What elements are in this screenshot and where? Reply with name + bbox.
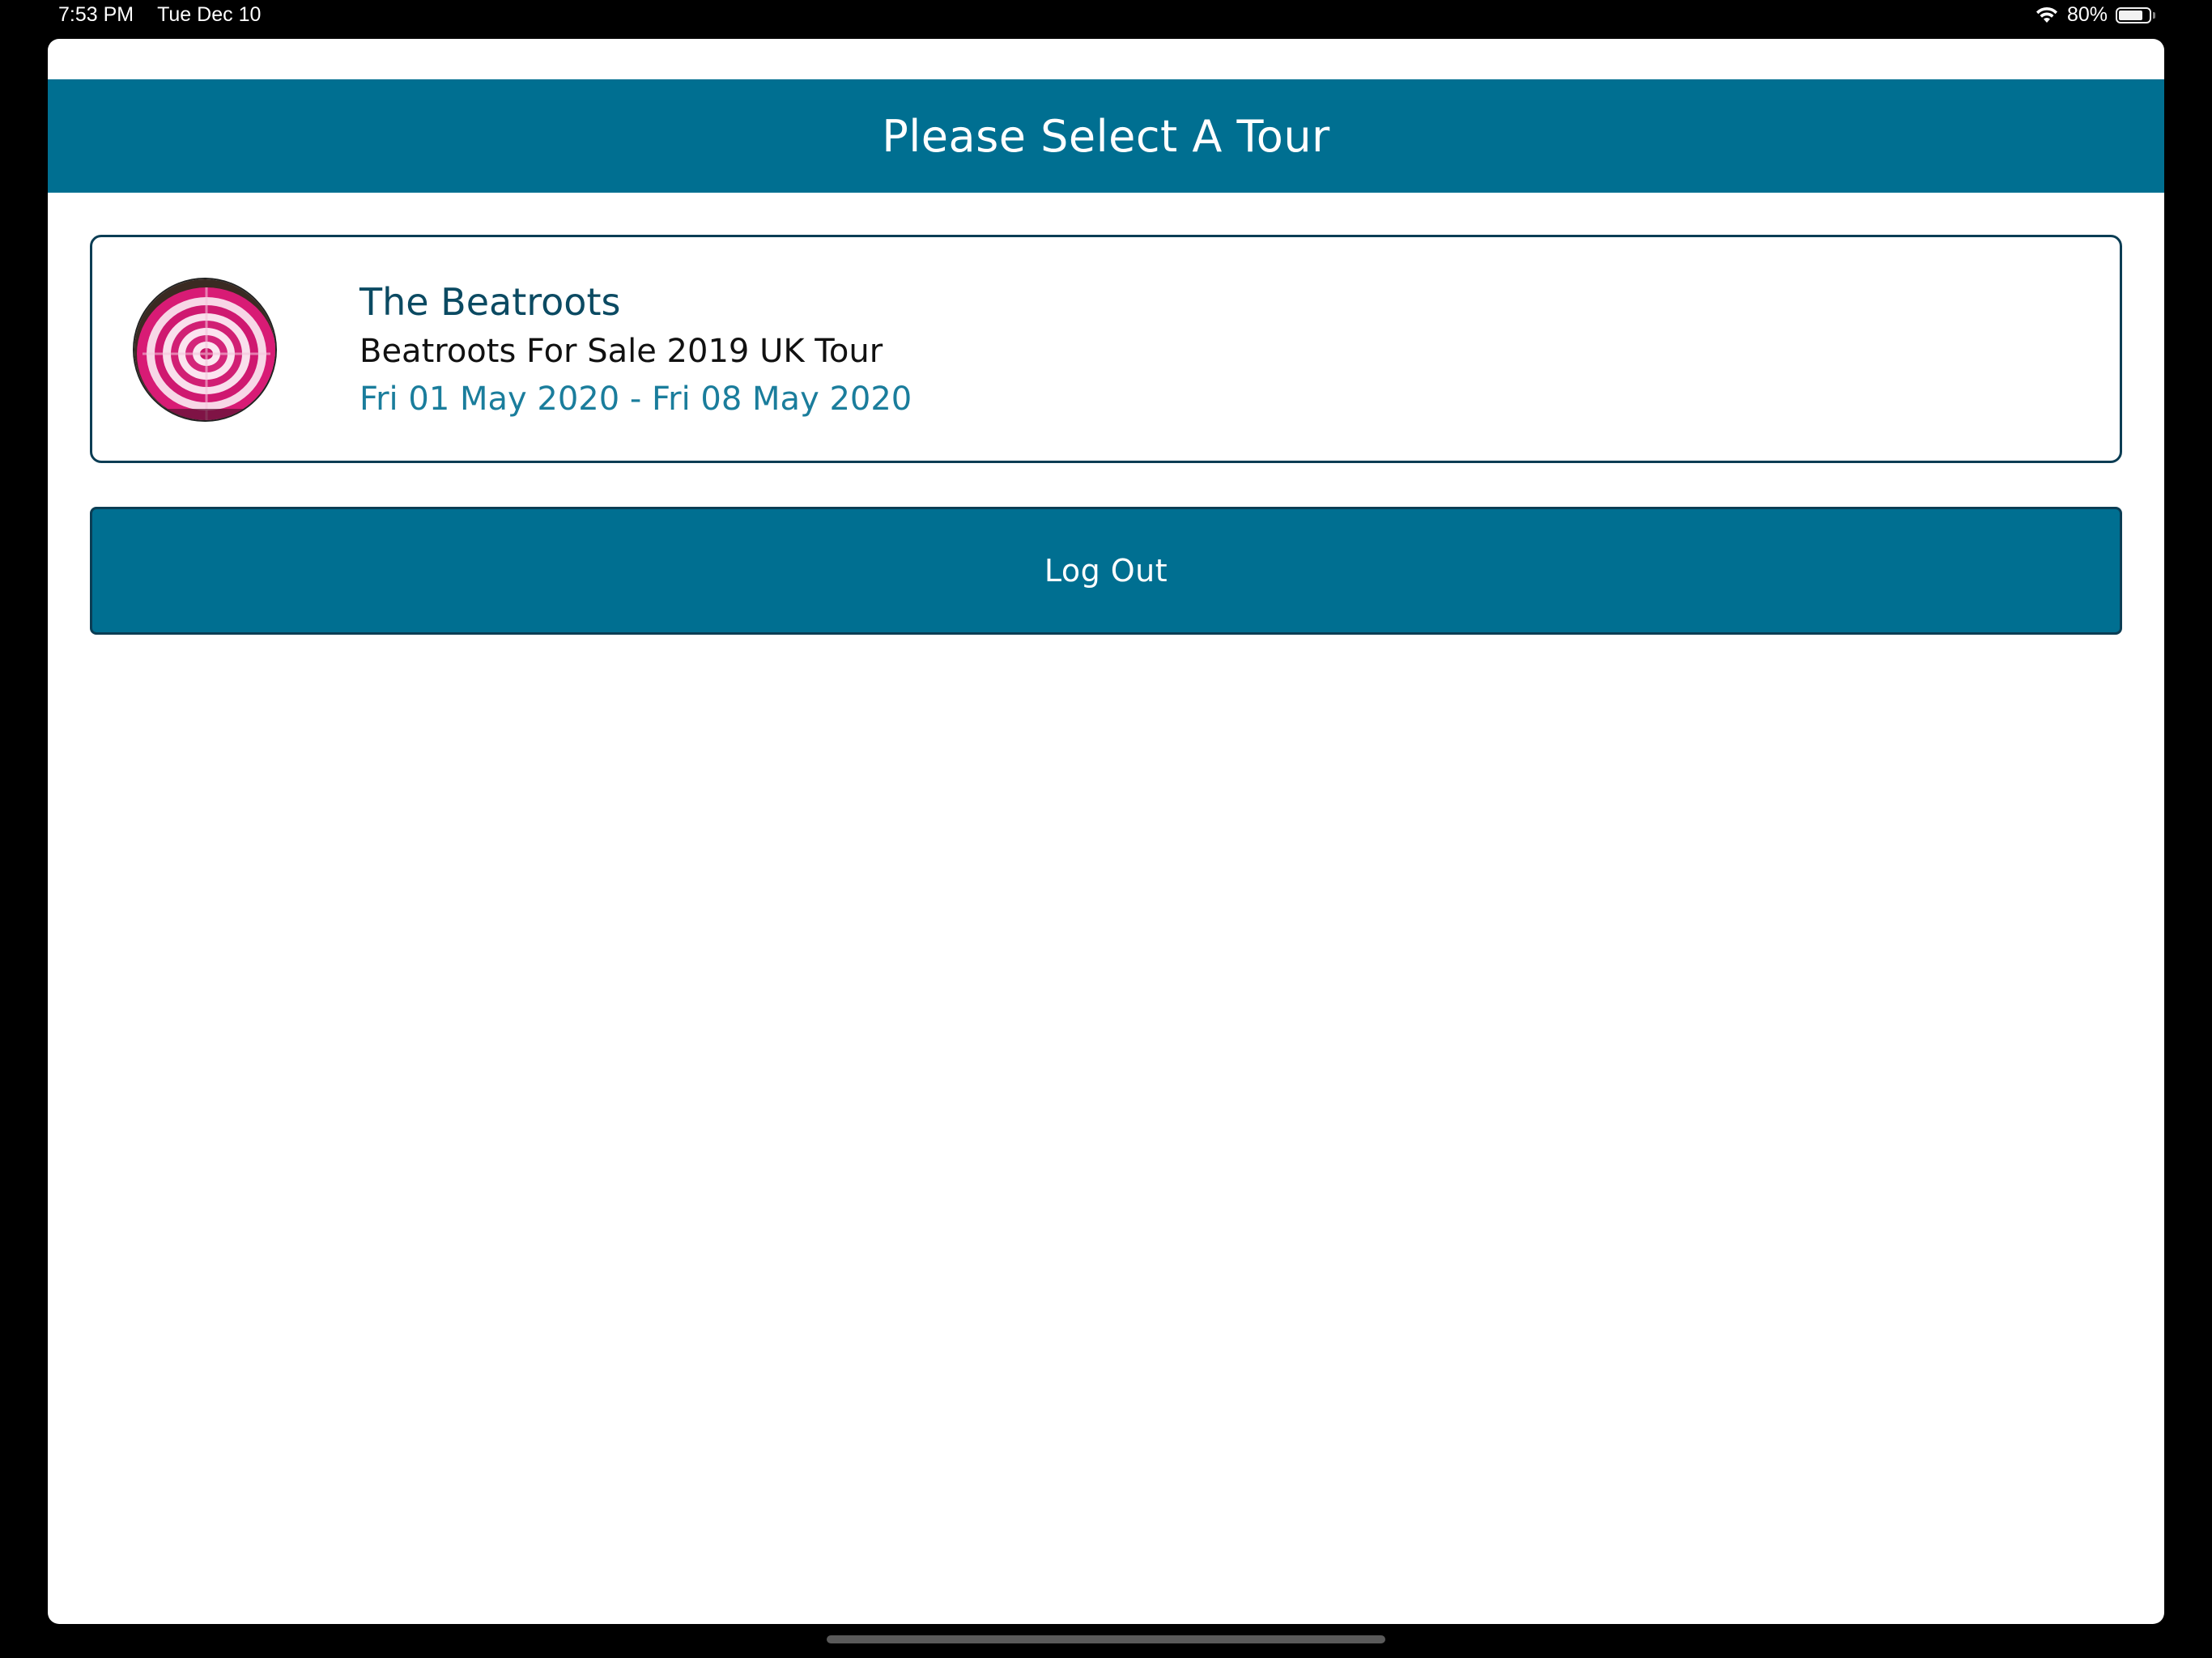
battery-body	[2116, 6, 2151, 23]
tour-artist-name: The Beatroots	[359, 280, 621, 324]
home-indicator[interactable]	[827, 1635, 1385, 1643]
tour-info: The Beatroots Beatroots For Sale 2019 UK…	[359, 276, 912, 423]
status-date: Tue Dec 10	[157, 3, 262, 26]
wifi-icon	[2035, 6, 2059, 24]
title-bar: Please Select A Tour	[48, 79, 2164, 193]
tour-avatar-image	[133, 278, 277, 422]
status-time: 7:53 PM	[58, 3, 134, 26]
page-title: Please Select A Tour	[882, 110, 1330, 162]
tour-date-range: Fri 01 May 2020 - Fri 08 May 2020	[359, 380, 912, 418]
logout-button[interactable]: Log Out	[90, 507, 2122, 635]
battery-icon	[2116, 6, 2155, 23]
status-bar: 7:53 PM Tue Dec 10 80%	[0, 0, 2212, 37]
app-screen: Please Select A Tour The Beatroots Beatr…	[48, 39, 2164, 1624]
tour-card[interactable]: The Beatroots Beatroots For Sale 2019 UK…	[90, 235, 2122, 463]
battery-cap	[2153, 11, 2155, 19]
status-time-date: 7:53 PM Tue Dec 10	[58, 3, 261, 27]
battery-percent: 80%	[2066, 3, 2108, 26]
tour-title: Beatroots For Sale 2019 UK Tour	[359, 333, 883, 370]
logout-button-label: Log Out	[1044, 553, 1168, 589]
battery-fill	[2119, 10, 2142, 20]
status-indicators: 80%	[2035, 3, 2155, 27]
